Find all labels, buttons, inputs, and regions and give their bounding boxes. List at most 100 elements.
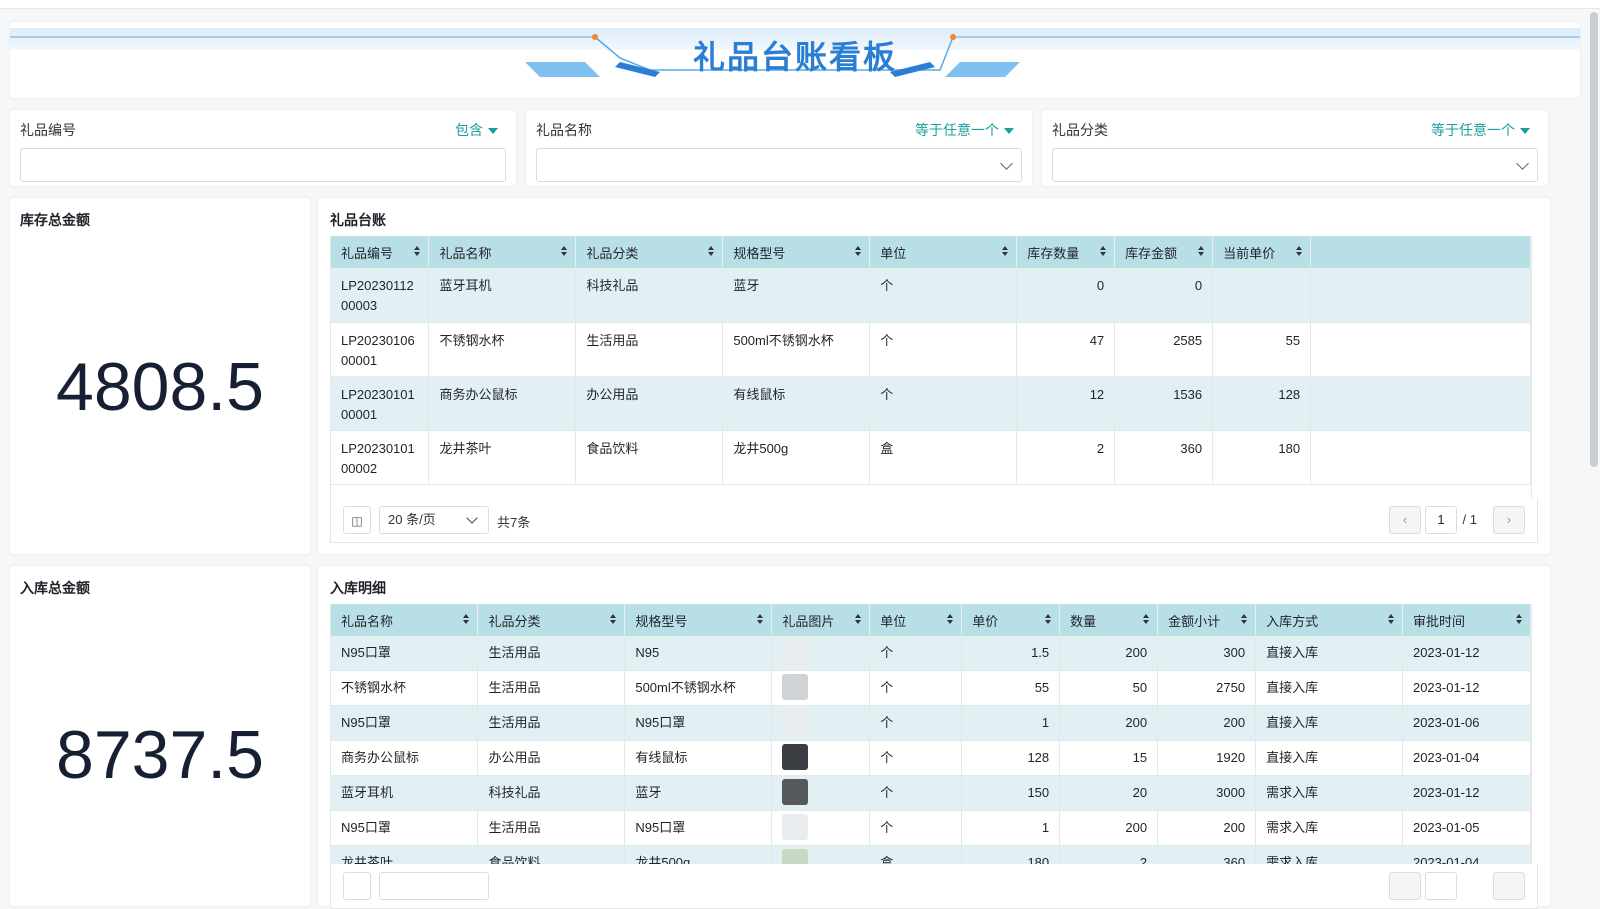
table-row[interactable]: N95口罩 生活用品 N95口罩个 1 200 200 需求入库 2023-01-05 <box>331 810 1531 846</box>
column-header[interactable]: 礼品编号 <box>331 236 430 268</box>
filter-select[interactable] <box>1052 148 1538 182</box>
sort-icon[interactable] <box>855 614 862 626</box>
filter-mode-dropdown[interactable]: 等于任意一个 <box>1431 120 1530 140</box>
table-row[interactable]: N95口罩 生活用品 N95 个 1.5 200 300 直接入库 2023-01-12 <box>331 636 1531 671</box>
table-cell: 蓝牙 <box>624 775 773 811</box>
column-header-label: 库存金额 <box>1125 245 1178 261</box>
table-row[interactable]: LP2023010100001 商务办公鼠标 办公用品 有线鼠标个 12 1536 128 <box>331 376 1531 431</box>
column-settings-icon[interactable] <box>343 872 371 900</box>
sort-icon[interactable] <box>1387 614 1394 626</box>
table-row[interactable]: 蓝牙耳机 科技礼品 蓝牙 个 150 20 3000 需求入库 2023-01-12 <box>331 775 1531 811</box>
next-page-button[interactable] <box>1493 872 1525 900</box>
sort-icon[interactable] <box>610 614 617 626</box>
filter-mode-dropdown[interactable]: 等于任意一个 <box>915 120 1014 140</box>
column-header[interactable]: 金额小计 <box>1157 604 1257 636</box>
filter-label: 礼品名称 <box>536 122 592 138</box>
table-cell: 生活用品 <box>575 322 724 377</box>
sort-icon[interactable] <box>1198 246 1205 258</box>
cup-icon[interactable] <box>782 674 809 701</box>
headphone-icon[interactable] <box>782 779 809 806</box>
column-header[interactable]: 数量 <box>1059 604 1159 636</box>
column-header[interactable]: 礼品名称 <box>331 604 479 636</box>
mouse-icon[interactable] <box>782 744 809 771</box>
sort-icon[interactable] <box>1516 614 1522 626</box>
table-cell: 360 <box>1114 430 1214 485</box>
table-cell: 3000 <box>1157 775 1257 811</box>
table-cell: 个 <box>869 268 1018 323</box>
column-header-label: 规格型号 <box>635 613 688 629</box>
column-header[interactable]: 单位 <box>869 604 963 636</box>
sort-icon[interactable] <box>463 614 470 626</box>
table-cell: 0 <box>1114 268 1214 323</box>
table-cell: 龙井500g <box>624 845 773 864</box>
sort-icon[interactable] <box>855 246 862 258</box>
sort-icon[interactable] <box>1002 246 1009 258</box>
table-row[interactable]: LP2023010100002 龙井茶叶 食品饮料 龙井500g 盒 2 360 180 <box>331 430 1531 485</box>
table-row[interactable]: 商务办公鼠标 办公用品 有线鼠标 个 128 15 1920 直接入库 2023-01-04 <box>331 740 1531 776</box>
sort-icon[interactable] <box>414 246 421 258</box>
table-cell-filler <box>1310 322 1531 377</box>
page-size-select[interactable]: 20 条/页 <box>379 506 489 534</box>
tea-icon[interactable] <box>782 849 809 864</box>
table-cell: 蓝牙耳机 <box>331 775 479 811</box>
dashboard-header: 礼品台账看板 <box>10 22 1580 98</box>
mask-icon[interactable] <box>782 639 809 666</box>
chevron-down-icon <box>466 512 478 524</box>
table-cell: N95 <box>624 636 773 671</box>
filter-select[interactable] <box>536 148 1022 182</box>
sort-icon[interactable] <box>708 246 715 258</box>
column-header[interactable]: 礼品分类 <box>575 236 724 268</box>
table-row[interactable]: 不锈钢水杯 生活用品 500ml不锈钢水杯 个 55 50 2750 直接入库 2023-01-… <box>331 670 1531 706</box>
sort-icon[interactable] <box>1045 614 1052 626</box>
next-page-button[interactable]: › <box>1493 506 1525 534</box>
column-header[interactable]: 单位 <box>869 236 1018 268</box>
table-cell: 500ml不锈钢水杯 <box>624 670 773 706</box>
table-row[interactable]: N95口罩 生活用品 N95口罩个 1 200 200 直接入库 2023-01-06 <box>331 705 1531 741</box>
column-header-label: 礼品名称 <box>341 613 394 629</box>
column-header[interactable]: 当前单价 <box>1212 236 1312 268</box>
table-row[interactable]: LP2023010600001 不锈钢水杯 生活用品 500ml不锈钢水杯个 47 258… <box>331 322 1531 377</box>
inbound-table-wrap[interactable]: 礼品名称 礼品分类 规格型号 礼品图片 单位 单价 数量 金额小计 入库方式 审批时间 N95口罩… <box>330 604 1532 864</box>
column-header[interactable]: 规格型号 <box>624 604 773 636</box>
prev-page-button[interactable] <box>1389 872 1421 900</box>
mask-icon[interactable] <box>782 814 809 841</box>
table-cell: 食品饮料 <box>477 845 626 864</box>
column-header[interactable]: 入库方式 <box>1255 604 1403 636</box>
column-header[interactable]: 审批时间 <box>1402 604 1531 636</box>
column-settings-icon[interactable]: ◫ <box>343 506 371 534</box>
sort-icon[interactable] <box>1143 614 1150 626</box>
table-cell: 直接入库 <box>1255 670 1403 706</box>
column-header[interactable]: 礼品图片 <box>771 604 871 636</box>
prev-page-button[interactable]: ‹ <box>1389 506 1421 534</box>
column-header[interactable]: 礼品名称 <box>428 236 577 268</box>
sort-icon[interactable] <box>1241 614 1248 626</box>
column-header[interactable]: 单价 <box>961 604 1061 636</box>
sort-icon[interactable] <box>1100 246 1107 258</box>
sort-icon[interactable] <box>1296 246 1303 258</box>
page-size-select[interactable] <box>379 872 489 900</box>
column-header[interactable]: 库存数量 <box>1016 236 1116 268</box>
table-cell: 1920 <box>1157 740 1257 776</box>
sort-icon[interactable] <box>561 246 568 258</box>
table-row[interactable]: LP2023011200003 蓝牙耳机 科技礼品 蓝牙个 0 0 <box>331 268 1531 323</box>
sort-icon[interactable] <box>757 614 764 626</box>
mask-icon[interactable] <box>782 709 809 736</box>
table-cell-filler <box>1310 268 1531 323</box>
table-cell: 0 <box>1016 268 1116 323</box>
filter-mode-dropdown[interactable]: 包含 <box>455 120 498 140</box>
column-header[interactable]: 规格型号 <box>722 236 871 268</box>
sort-icon[interactable] <box>947 614 954 626</box>
table-cell <box>771 810 871 846</box>
ledger-table-wrap[interactable]: 礼品编号 礼品名称 礼品分类 规格型号 单位 库存数量 库存金额 当前单价 LP2023011… <box>330 236 1532 498</box>
table-cell: 办公用品 <box>477 740 626 776</box>
table-row[interactable]: 龙井茶叶 食品饮料 龙井500g 盒 180 2 360 需求入库 2023-01-04 <box>331 845 1531 864</box>
table-cell: 个 <box>869 705 963 741</box>
page-scrollbar[interactable] <box>1590 12 1598 467</box>
table-cell: 200 <box>1059 636 1159 671</box>
column-header[interactable]: 礼品分类 <box>477 604 626 636</box>
current-page-input[interactable]: 1 <box>1425 506 1457 534</box>
column-header[interactable]: 库存金额 <box>1114 236 1214 268</box>
current-page-input[interactable] <box>1425 872 1457 900</box>
filter-input[interactable] <box>20 148 506 182</box>
table-cell: 个 <box>869 810 963 846</box>
